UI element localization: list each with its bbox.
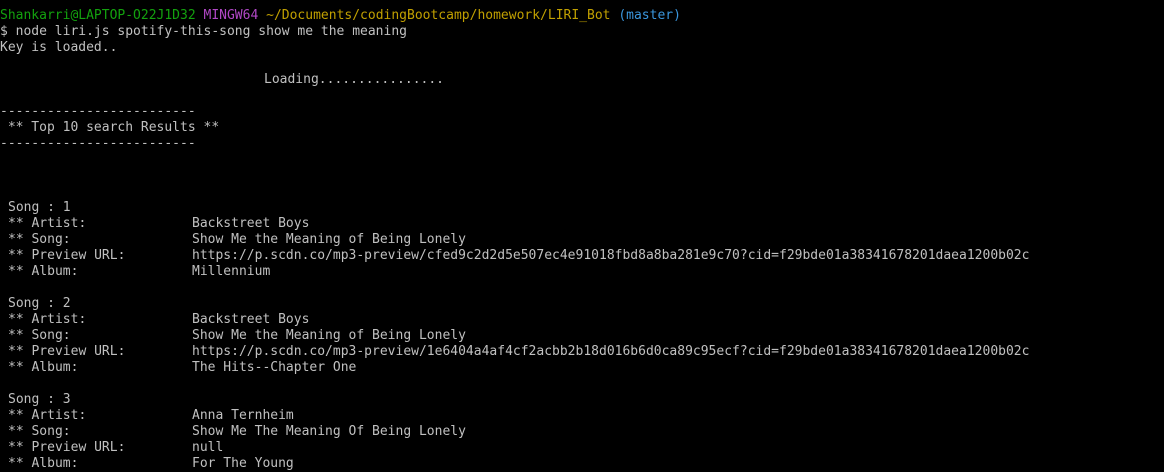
song-artist-row: ** Artist: Backstreet Boys [0, 312, 1164, 328]
song-heading: Song : 1 [8, 200, 71, 215]
divider-bottom: ------------------------- [0, 136, 196, 151]
results-header: ** Top 10 search Results ** [0, 120, 220, 135]
song-result: Song : 3 ** Artist: Anna Ternheim ** Song… [0, 392, 1164, 472]
song-label: ** Song: [8, 232, 71, 247]
song-label: ** Song: [8, 424, 71, 439]
song-value: Show Me The Meaning Of Being Lonely [192, 424, 466, 439]
divider-top: ------------------------- [0, 104, 196, 119]
prompt-system: MINGW64 [203, 8, 259, 23]
song-heading: Song : 2 [8, 296, 71, 311]
song-result: Song : 1 ** Artist: Backstreet Boys ** So… [0, 200, 1164, 280]
artist-label: ** Artist: [8, 312, 87, 327]
preview-label: ** Preview URL: [8, 440, 126, 455]
song-album-row: ** Album: Millennium [0, 264, 1164, 280]
prompt-branch: (master) [618, 8, 681, 23]
artist-value: Backstreet Boys [192, 312, 310, 327]
album-value: For The Young [192, 456, 294, 471]
song-preview-row: ** Preview URL: https://p.scdn.co/mp3-pre… [0, 344, 1164, 360]
song-result: Song : 2 ** Artist: Backstreet Boys ** So… [0, 296, 1164, 376]
song-album-row: ** Album: For The Young [0, 456, 1164, 472]
song-heading: Song : 3 [8, 392, 71, 407]
artist-label: ** Artist: [8, 408, 87, 423]
song-title-row: ** Song: Show Me the Meaning of Being Lon… [0, 232, 1164, 248]
album-label: ** Album: [8, 264, 79, 279]
song-artist-row: ** Artist: Backstreet Boys [0, 216, 1164, 232]
artist-value: Anna Ternheim [192, 408, 294, 423]
song-artist-row: ** Artist: Anna Ternheim [0, 408, 1164, 424]
album-value: The Hits--Chapter One [192, 360, 357, 375]
song-preview-row: ** Preview URL: https://p.scdn.co/mp3-pre… [0, 248, 1164, 264]
preview-url[interactable]: https://p.scdn.co/mp3-preview/cfed9c2d2d… [192, 248, 1164, 264]
key-loaded-message: Key is loaded.. [0, 40, 118, 55]
preview-label: ** Preview URL: [8, 344, 126, 359]
song-value: Show Me the Meaning of Being Lonely [192, 232, 466, 247]
song-album-row: ** Album: The Hits--Chapter One [0, 360, 1164, 376]
terminal-window[interactable]: Shankarri@LAPTOP-O22J1D32 MINGW64 ~/Docu… [0, 0, 1164, 471]
command-line: $ node liri.js spotify-this-song show me… [0, 24, 407, 39]
prompt-user-host: Shankarri@LAPTOP-O22J1D32 [0, 8, 196, 23]
artist-value: Backstreet Boys [192, 216, 310, 231]
preview-url: null [192, 440, 224, 455]
shell-prompt: Shankarri@LAPTOP-O22J1D32 MINGW64 ~/Docu… [0, 8, 1164, 24]
song-title-row: ** Song: Show Me The Meaning Of Being Lon… [0, 424, 1164, 440]
album-label: ** Album: [8, 456, 79, 471]
song-value: Show Me the Meaning of Being Lonely [192, 328, 466, 343]
loading-message: Loading................ [264, 72, 445, 87]
prompt-path: ~/Documents/codingBootcamp/homework/LIRI… [266, 8, 611, 23]
album-value: Millennium [192, 264, 271, 279]
song-preview-row: ** Preview URL: null [0, 440, 1164, 456]
preview-url[interactable]: https://p.scdn.co/mp3-preview/1e6404a4af… [192, 344, 1164, 360]
album-label: ** Album: [8, 360, 79, 375]
preview-label: ** Preview URL: [8, 248, 126, 263]
song-label: ** Song: [8, 328, 71, 343]
artist-label: ** Artist: [8, 216, 87, 231]
song-title-row: ** Song: Show Me the Meaning of Being Lon… [0, 328, 1164, 344]
